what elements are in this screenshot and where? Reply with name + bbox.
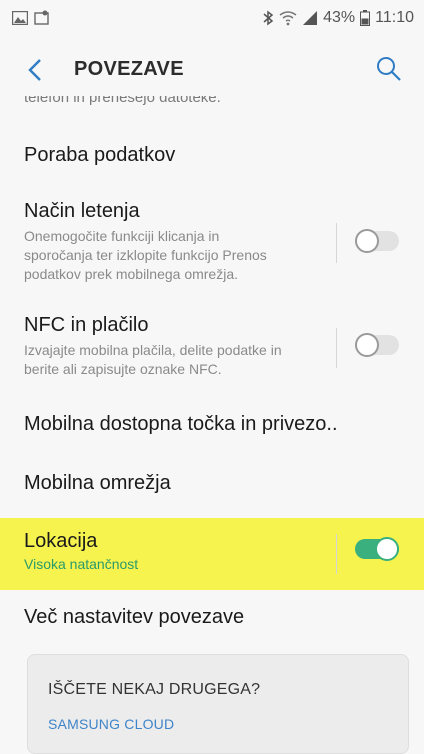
- clock: 11:10: [375, 9, 414, 26]
- item-subtitle: Onemogočite funkciji klicanja in sporoča…: [24, 227, 267, 284]
- status-right-icons: 43% 11:10: [262, 9, 414, 27]
- subtitle-line: Izvajajte mobilna plačila, delite podatk…: [24, 342, 282, 358]
- looking-for-something-else-card: IŠČETE NEKAJ DRUGEGA? SAMSUNG CLOUD: [27, 654, 409, 754]
- item-title: NFC in plačilo: [24, 314, 149, 336]
- item-title: Lokacija: [24, 530, 98, 552]
- app-header: POVEZAVE: [0, 38, 424, 100]
- screenshot-icon: [34, 10, 50, 26]
- list-item-mobile-networks[interactable]: Mobilna omrežja: [0, 460, 424, 518]
- divider: [336, 328, 337, 368]
- toggle-knob: [355, 229, 379, 253]
- back-arrow-icon: [28, 59, 41, 81]
- list-item-hotspot-tethering[interactable]: Mobilna dostopna točka in privezo..: [0, 396, 424, 454]
- toggle-knob: [355, 333, 379, 357]
- battery-icon: [360, 10, 371, 26]
- status-bar: 43% 11:10: [0, 0, 424, 38]
- bluetooth-icon: [262, 10, 274, 26]
- previous-item-subtitle: telefon in prenesejo datoteke.: [24, 96, 404, 118]
- list-item-location[interactable]: Lokacija Visoka natančnost: [0, 518, 424, 590]
- item-title: Več nastavitev povezave: [24, 606, 245, 628]
- list-item-flight-mode[interactable]: Način letenja Onemogočite funkciji klica…: [0, 190, 424, 294]
- subtitle-line: Onemogočite funkciji klicanja in: [24, 228, 220, 244]
- toggle-knob: [375, 537, 399, 561]
- item-subtitle: Visoka natančnost: [24, 556, 139, 572]
- previous-item-subtitle-text: telefon in prenesejo datoteke.: [24, 96, 221, 106]
- subtitle-line: podatkov prek mobilnega omrežja.: [24, 266, 239, 282]
- item-subtitle: Izvajajte mobilna plačila, delite podatk…: [24, 341, 282, 379]
- page-title: POVEZAVE: [74, 58, 184, 80]
- list-item-data-usage[interactable]: Poraba podatkov: [0, 130, 424, 184]
- item-title: Način letenja: [24, 200, 140, 222]
- location-toggle[interactable]: [355, 536, 399, 562]
- subtitle-line: sporočanja ter izklopite funkcijo Prenos: [24, 247, 267, 263]
- samsung-cloud-link[interactable]: SAMSUNG CLOUD: [48, 716, 174, 732]
- card-title: IŠČETE NEKAJ DRUGEGA?: [48, 681, 261, 698]
- search-button[interactable]: [374, 54, 404, 84]
- nfc-toggle[interactable]: [355, 332, 399, 358]
- item-title: Mobilna dostopna točka in privezo..: [24, 413, 338, 435]
- status-left-icons: [12, 10, 50, 26]
- battery-percent: 43%: [323, 9, 356, 26]
- divider: [336, 223, 337, 263]
- search-icon: [377, 57, 401, 81]
- list-item-more-connection-settings[interactable]: Več nastavitev povezave: [0, 592, 424, 648]
- item-title: Poraba podatkov: [24, 144, 176, 166]
- back-button[interactable]: [24, 56, 48, 84]
- divider: [336, 534, 337, 574]
- item-title: Mobilna omrežja: [24, 472, 171, 494]
- flight-mode-toggle[interactable]: [355, 228, 399, 254]
- signal-icon: [302, 10, 318, 26]
- subtitle-line: berite ali zapisujte oznake NFC.: [24, 361, 222, 377]
- wifi-icon: [279, 10, 297, 26]
- list-item-nfc-payment[interactable]: NFC in plačilo Izvajajte mobilna plačila…: [0, 304, 424, 386]
- gallery-icon: [12, 11, 28, 25]
